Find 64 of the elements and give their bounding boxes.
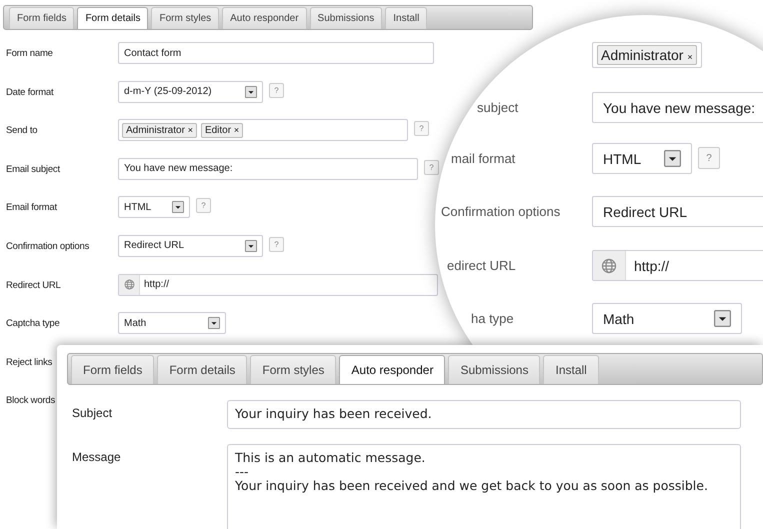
url-field[interactable]: http:// bbox=[118, 274, 438, 296]
select-field[interactable]: Math bbox=[118, 312, 226, 334]
tag-label: Administrator bbox=[126, 124, 185, 136]
remove-tag-button[interactable]: × bbox=[234, 124, 240, 135]
remove-tag-button[interactable]: × bbox=[687, 52, 693, 62]
select-value: d-m-Y (25-09-2012) bbox=[124, 86, 212, 98]
tag-label: Administrator bbox=[601, 47, 684, 63]
tab[interactable]: Form fields bbox=[9, 7, 74, 29]
tab[interactable]: Install bbox=[543, 355, 599, 384]
tab[interactable]: Install bbox=[385, 7, 428, 29]
field-label: Subject bbox=[71, 405, 114, 420]
select-field[interactable]: HTML bbox=[118, 196, 190, 218]
text-field[interactable]: Redirect URL bbox=[592, 196, 763, 227]
tab[interactable]: Form details bbox=[157, 355, 248, 384]
field-label: edirect URL bbox=[447, 258, 516, 273]
tab[interactable]: Auto responder bbox=[222, 7, 307, 29]
tab[interactable]: Form details bbox=[77, 7, 148, 29]
text-field[interactable]: You have new message: bbox=[592, 92, 763, 123]
select-field[interactable]: Redirect URL bbox=[118, 234, 263, 257]
tags-field[interactable]: Administrator × bbox=[592, 42, 702, 68]
tags-field[interactable]: Administrator × Editor × bbox=[118, 119, 408, 142]
subject-field[interactable]: Your inquiry has been received. bbox=[227, 400, 741, 429]
field-label: Send to bbox=[5, 124, 38, 136]
field-label: Date format bbox=[5, 86, 54, 98]
select-field[interactable]: Math bbox=[592, 303, 742, 334]
select-value: Math bbox=[603, 310, 634, 326]
url-field[interactable]: http:// bbox=[592, 250, 763, 281]
text-field[interactable]: You have new message: bbox=[118, 158, 418, 180]
url-value: http:// bbox=[634, 258, 670, 274]
select-value: Math bbox=[124, 318, 146, 329]
field-label: Email format bbox=[5, 201, 58, 214]
remove-tag-button[interactable]: × bbox=[188, 124, 193, 135]
field-label: Message bbox=[71, 449, 122, 464]
tab[interactable]: Form fields bbox=[71, 355, 154, 384]
field-label: Email subject bbox=[5, 162, 61, 175]
field-label: Reject links bbox=[5, 356, 54, 368]
field-label: ha type bbox=[471, 311, 514, 326]
field-label: Captcha type bbox=[5, 317, 61, 330]
field-label: mail format bbox=[451, 151, 516, 166]
tab[interactable]: Auto responder bbox=[339, 355, 446, 384]
message-field[interactable]: This is an automatic message. --- Your inquiry has been received and we get back to you as soon as possible. bbox=[227, 444, 741, 529]
field-label: Redirect URL bbox=[5, 278, 62, 291]
field-label: Block words bbox=[5, 394, 56, 406]
recipient-tag[interactable]: Administrator × bbox=[597, 45, 697, 65]
field-label: Form name bbox=[5, 47, 54, 59]
recipient-tag[interactable]: Administrator × bbox=[122, 122, 197, 138]
url-value: http:// bbox=[144, 279, 170, 290]
tab[interactable]: Form styles bbox=[250, 355, 336, 384]
field-label: Confirmation options bbox=[5, 240, 90, 252]
field-label: Confirmation options bbox=[441, 204, 560, 219]
select-field[interactable]: HTML bbox=[592, 143, 692, 174]
select-value: HTML bbox=[124, 202, 152, 213]
text-field[interactable]: Contact form bbox=[118, 42, 434, 64]
select-value: HTML bbox=[603, 150, 642, 166]
field-label: subject bbox=[477, 100, 518, 115]
tab[interactable]: Submissions bbox=[448, 355, 540, 384]
globe-icon bbox=[124, 279, 134, 290]
select-field[interactable]: d-m-Y (25-09-2012) bbox=[118, 80, 263, 103]
tab[interactable]: Submissions bbox=[310, 7, 382, 29]
select-value: Redirect URL bbox=[124, 240, 184, 252]
tag-label: Editor bbox=[204, 124, 232, 136]
globe-icon bbox=[601, 258, 617, 274]
recipient-tag[interactable]: Editor × bbox=[200, 122, 244, 138]
tab[interactable]: Form styles bbox=[151, 7, 220, 29]
